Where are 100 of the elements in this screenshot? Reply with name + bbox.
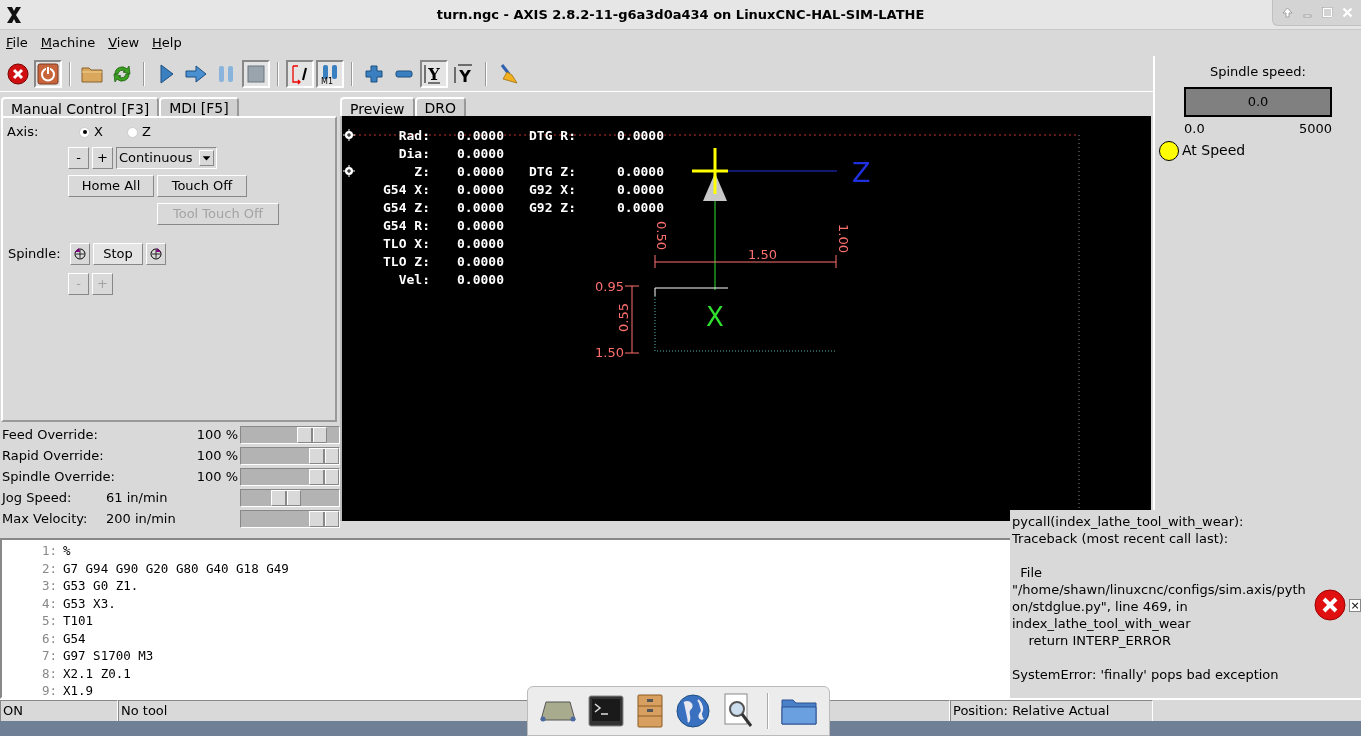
power-button[interactable] bbox=[34, 59, 62, 88]
line-number: 4: bbox=[40, 594, 58, 613]
code-line: G54 bbox=[63, 629, 86, 648]
dro-value: 0.0000 bbox=[457, 236, 504, 251]
error-text: SystemError: 'finally' pops bad exception bbox=[1012, 666, 1280, 683]
close-button[interactable]: × bbox=[1349, 599, 1361, 612]
override-reading: 61 in/min bbox=[106, 488, 168, 507]
stop-button[interactable] bbox=[242, 59, 270, 88]
dro-value: 0.0000 bbox=[457, 218, 504, 233]
radio-button[interactable] bbox=[126, 126, 138, 138]
dimension-label: 1.50 bbox=[595, 345, 624, 360]
line-number: 8: bbox=[40, 664, 58, 683]
override-label: Rapid Override: bbox=[2, 446, 104, 465]
spindle-ccw-button[interactable] bbox=[70, 243, 90, 265]
slider-thumb[interactable] bbox=[297, 426, 328, 443]
terminal-icon[interactable] bbox=[588, 695, 625, 727]
override-reading: 200 in/min bbox=[106, 509, 176, 528]
crosshair-icon bbox=[342, 164, 356, 178]
spindle-stop-button[interactable]: Stop bbox=[93, 243, 143, 265]
code-line: X2.1 Z0.1 bbox=[63, 664, 131, 683]
shade-icon[interactable] bbox=[1281, 7, 1293, 18]
window-title: turn.ngc - AXIS 2.8.2-11-g6a3d0a434 on LinuxCNC-HAL-SIM-LATHE bbox=[436, 6, 925, 22]
drive-icon[interactable] bbox=[540, 700, 577, 722]
tool-crosshair bbox=[690, 146, 730, 196]
slider-track[interactable] bbox=[240, 488, 340, 507]
tool-cone bbox=[703, 173, 727, 201]
code-line: G53 G0 Z1. bbox=[63, 577, 139, 596]
arrow-right-icon bbox=[185, 62, 207, 85]
dro-value: 0.0000 bbox=[617, 182, 664, 197]
dro-label: G54 X: bbox=[383, 182, 430, 197]
plus-icon bbox=[363, 62, 385, 85]
override-label: Jog Speed: bbox=[2, 488, 73, 507]
square-icon bbox=[245, 62, 267, 85]
tab[interactable]: DRO bbox=[414, 97, 467, 116]
power-icon bbox=[37, 62, 59, 85]
radio-label: Z bbox=[141, 123, 151, 142]
axis-label: Z bbox=[852, 157, 871, 188]
dro-label: DTG Z: bbox=[529, 164, 576, 179]
tab[interactable]: Preview bbox=[340, 97, 415, 118]
menu-item[interactable]: Machine bbox=[40, 33, 96, 53]
dro-value: 0.0000 bbox=[617, 164, 664, 179]
dro-value: 0.0000 bbox=[617, 200, 664, 215]
slider-thumb[interactable] bbox=[270, 489, 301, 506]
menu-item[interactable]: File bbox=[6, 33, 28, 53]
home-all-button[interactable]: Home All bbox=[68, 175, 154, 197]
dro-label: G92 X: bbox=[529, 182, 576, 197]
globe-icon[interactable] bbox=[676, 694, 711, 728]
folder-icon[interactable] bbox=[780, 696, 817, 726]
code-line: G97 S1700 M3 bbox=[63, 647, 154, 666]
code-line: T101 bbox=[63, 612, 94, 631]
tab[interactable]: Manual Control [F3] bbox=[1, 97, 160, 118]
menu-item[interactable]: View bbox=[108, 33, 140, 53]
cabinet-icon[interactable] bbox=[636, 694, 665, 728]
increment-dropdown[interactable]: Continuous bbox=[116, 147, 217, 169]
radio-button[interactable] bbox=[79, 126, 90, 138]
tab[interactable]: MDI [F5] bbox=[159, 97, 239, 116]
menu-item[interactable]: Help bbox=[152, 33, 182, 53]
slider-track[interactable] bbox=[240, 425, 340, 444]
dro-label: G54 R: bbox=[383, 218, 430, 233]
dro-label: DTG R: bbox=[529, 128, 576, 143]
line-number: 6: bbox=[40, 629, 58, 648]
line-number: 2: bbox=[40, 559, 58, 578]
slider-thumb[interactable] bbox=[309, 447, 339, 464]
code-line: X1.9 bbox=[63, 682, 94, 701]
line-number: 1: bbox=[40, 542, 58, 561]
code-line: G53 X3. bbox=[63, 594, 116, 613]
error-icon bbox=[1314, 589, 1346, 621]
dro-value: 0.0000 bbox=[457, 272, 504, 287]
code-line: % bbox=[63, 542, 71, 561]
slider-thumb[interactable] bbox=[309, 468, 339, 485]
touch-off-button[interactable]: Touch Off bbox=[157, 175, 247, 197]
spindle-label: Spindle: bbox=[8, 245, 62, 264]
line-number: 5: bbox=[40, 612, 58, 631]
jog-plus-button[interactable]: + bbox=[92, 147, 113, 169]
dimension-label: 0.55 bbox=[616, 303, 631, 332]
spindle-cw-button[interactable] bbox=[146, 243, 166, 265]
dro-label: TLO X: bbox=[383, 236, 430, 251]
jog-minus-button[interactable]: - bbox=[68, 147, 89, 169]
status-label: At Speed bbox=[1182, 141, 1246, 160]
slider-thumb[interactable] bbox=[309, 510, 339, 527]
dimension-label: 0.50 bbox=[654, 221, 669, 250]
slider-track[interactable] bbox=[240, 509, 340, 528]
dro-value: 0.0000 bbox=[457, 200, 504, 215]
axis-label: Axis: bbox=[7, 123, 40, 142]
x-logo-icon bbox=[6, 5, 22, 24]
dro-value: 0.0000 bbox=[457, 164, 504, 179]
document-search-icon[interactable] bbox=[722, 693, 755, 729]
dro-label: G54 Z: bbox=[383, 200, 430, 215]
slider-track[interactable] bbox=[240, 446, 340, 465]
slider-track[interactable] bbox=[240, 467, 340, 486]
dro-label: TLO Z: bbox=[383, 254, 430, 269]
dro-value: 0.0000 bbox=[457, 146, 504, 161]
override-label: Spindle Override: bbox=[2, 467, 115, 486]
block-delete-button[interactable] bbox=[286, 59, 314, 88]
dro-label: G92 Z: bbox=[529, 200, 576, 215]
code-line: G7 G94 G90 G20 G80 G40 G18 G49 bbox=[63, 559, 289, 578]
scale-max-label: 5000 bbox=[1298, 119, 1332, 138]
override-label: Feed Override: bbox=[2, 425, 98, 444]
x-circle-icon bbox=[7, 62, 29, 85]
dro-label: Dia: bbox=[398, 146, 430, 161]
